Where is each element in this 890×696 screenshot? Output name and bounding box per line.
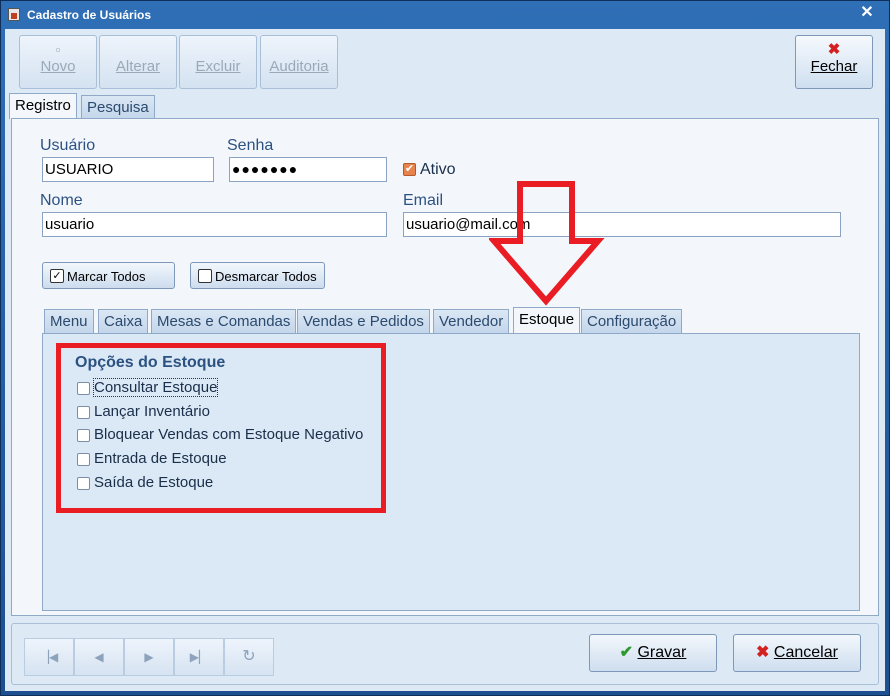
refresh-icon[interactable]: ↻ xyxy=(224,638,274,676)
nome-input[interactable]: usuario xyxy=(42,212,387,237)
cancel-icon: ✖ xyxy=(756,644,770,661)
window-close-button[interactable]: ✕ xyxy=(859,5,875,21)
alterar-button[interactable]: Alterar xyxy=(99,35,177,89)
tab-estoque[interactable]: Estoque xyxy=(513,307,581,333)
window-title: Cadastro de Usuários xyxy=(27,8,152,22)
gravar-button[interactable]: ✔ Gravar xyxy=(589,634,717,672)
novo-label: Novo xyxy=(40,58,76,75)
tab-configuracao[interactable]: Configuração xyxy=(581,309,683,333)
ativo-checkbox[interactable]: ✔ xyxy=(403,163,416,176)
annotation-arrow-icon xyxy=(489,181,605,306)
senha-label: Senha xyxy=(227,137,274,154)
marcar-todos-button[interactable]: ✓ Marcar Todos xyxy=(42,262,175,289)
tab-menu[interactable]: Menu xyxy=(44,309,94,333)
gravar-label: Gravar xyxy=(637,644,687,661)
tab-vendedor[interactable]: Vendedor xyxy=(433,309,510,333)
auditoria-label: Auditoria xyxy=(269,58,329,75)
check-icon: ✓ xyxy=(50,269,64,283)
fechar-label: Fechar xyxy=(810,58,858,75)
excluir-label: Excluir xyxy=(195,58,241,75)
nome-label: Nome xyxy=(40,192,83,209)
usuario-input[interactable]: USUARIO xyxy=(42,157,214,182)
cancelar-button[interactable]: ✖ Cancelar xyxy=(733,634,861,672)
tab-vendas-pedidos[interactable]: Vendas e Pedidos xyxy=(297,309,430,333)
close-icon: ✖ xyxy=(827,41,841,58)
footer-bar: ▕◀ ◀ ▶ ▶▏ ↻ ✔ Gravar ✖ Cancelar xyxy=(11,623,879,685)
excluir-button[interactable]: Excluir xyxy=(179,35,257,89)
first-record-icon[interactable]: ▕◀ xyxy=(24,638,74,676)
ativo-label: Ativo xyxy=(420,161,456,178)
alterar-label: Alterar xyxy=(115,58,161,75)
senha-input[interactable]: ●●●●●●● xyxy=(229,157,387,182)
tab-mesas-comandas[interactable]: Mesas e Comandas xyxy=(151,309,297,333)
highlight-rectangle xyxy=(56,343,386,513)
usuario-label: Usuário xyxy=(40,137,96,154)
auditoria-button[interactable]: Auditoria xyxy=(260,35,338,89)
email-label: Email xyxy=(403,192,444,209)
email-input[interactable]: usuario@mail.com xyxy=(403,212,841,237)
fechar-button[interactable]: ✖ Fechar xyxy=(795,35,873,89)
novo-button[interactable]: ▫ Novo xyxy=(19,35,97,89)
desmarcar-todos-label: Desmarcar Todos xyxy=(215,269,317,284)
desmarcar-todos-button[interactable]: Desmarcar Todos xyxy=(190,262,325,289)
marcar-todos-label: Marcar Todos xyxy=(67,269,146,284)
tab-pesquisa[interactable]: Pesquisa xyxy=(81,95,155,119)
window: Cadastro de Usuários ✕ ▫ Novo Alterar Ex… xyxy=(0,0,890,696)
last-record-icon[interactable]: ▶▏ xyxy=(174,638,224,676)
tab-registro[interactable]: Registro xyxy=(9,93,77,119)
prev-record-icon[interactable]: ◀ xyxy=(74,638,124,676)
empty-checkbox-icon xyxy=(198,269,212,283)
check-icon: ✔ xyxy=(619,644,634,661)
title-bar[interactable]: Cadastro de Usuários ✕ xyxy=(1,1,889,29)
cancelar-label: Cancelar xyxy=(773,644,838,661)
new-icon: ▫ xyxy=(55,42,61,57)
app-icon xyxy=(8,8,20,21)
tab-caixa[interactable]: Caixa xyxy=(98,309,149,333)
next-record-icon[interactable]: ▶ xyxy=(124,638,174,676)
